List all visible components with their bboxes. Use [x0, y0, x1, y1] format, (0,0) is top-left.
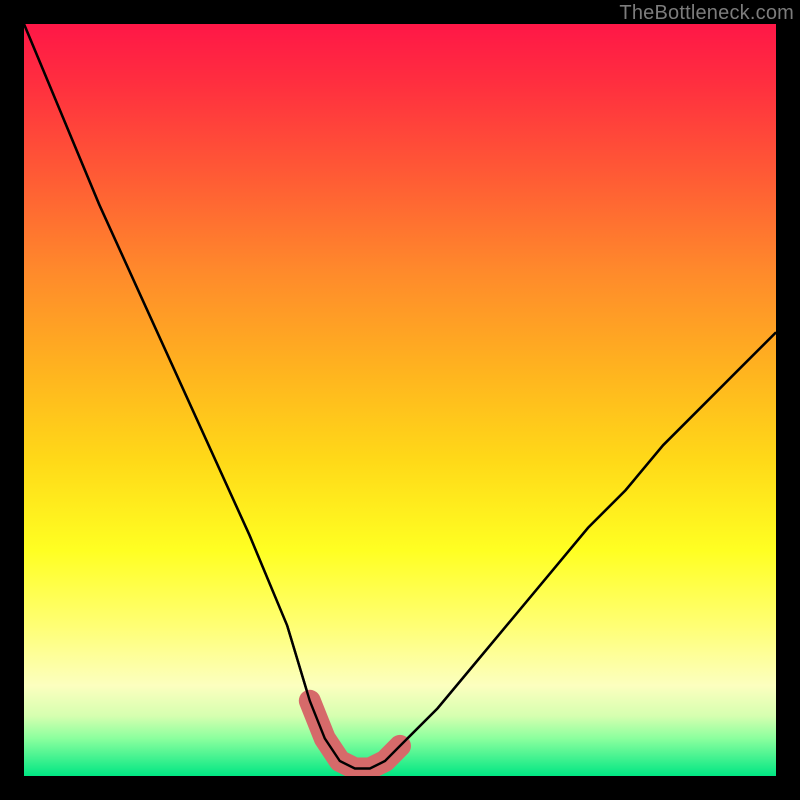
chart-stage: TheBottleneck.com [0, 0, 800, 800]
highlight-markers [24, 24, 776, 769]
curve-layer [24, 24, 776, 776]
plot-area [24, 24, 776, 776]
bottleneck-curve [24, 24, 776, 769]
watermark-text: TheBottleneck.com [619, 2, 794, 25]
bottleneck-curve-overlay [24, 24, 776, 769]
